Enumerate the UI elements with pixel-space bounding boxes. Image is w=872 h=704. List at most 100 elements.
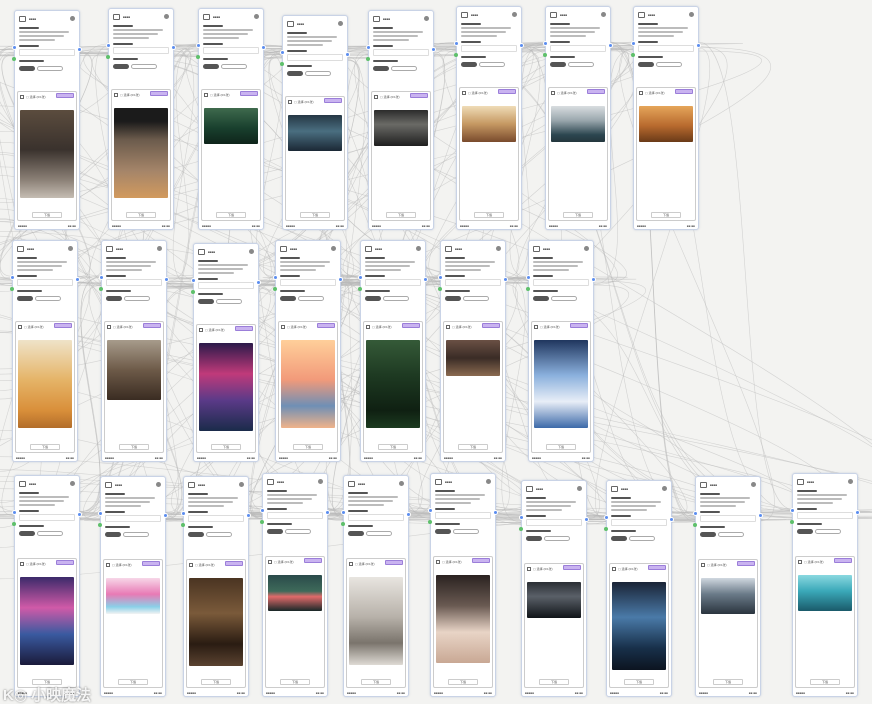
download-button[interactable]: 下载 bbox=[201, 679, 231, 685]
workflow-node-1-4[interactable]: ■■■■ ▢ 选择 (0/1张) 下载 ■■■■■ ■■ ■■ bbox=[280, 15, 350, 230]
select-checkbox[interactable] bbox=[436, 560, 440, 564]
avatar[interactable] bbox=[70, 481, 75, 486]
input-port-green[interactable] bbox=[366, 57, 370, 61]
input-port[interactable] bbox=[106, 43, 111, 48]
select-field[interactable] bbox=[17, 279, 73, 286]
workflow-node-1-7[interactable]: ■■■■ ▢ 选择 (0/1张) 下载 ■■■■■ ■■ ■■ bbox=[543, 6, 613, 230]
select-checkbox[interactable] bbox=[107, 325, 111, 329]
advanced-settings-button[interactable] bbox=[221, 64, 247, 69]
input-port[interactable] bbox=[191, 278, 196, 283]
input-port[interactable] bbox=[631, 41, 636, 46]
output-port[interactable] bbox=[345, 52, 350, 57]
download-button[interactable]: 下载 bbox=[280, 679, 310, 685]
input-port-green[interactable] bbox=[106, 55, 110, 59]
output-port[interactable] bbox=[246, 513, 251, 518]
select-field[interactable] bbox=[638, 45, 694, 52]
workflow-node-2-6[interactable]: ■■■■ ▢ 选择 (0/1张) 下载 ■■■■■ ■■ ■■ bbox=[438, 240, 508, 462]
output-port[interactable] bbox=[669, 517, 674, 522]
generate-button[interactable] bbox=[700, 532, 716, 537]
output-port[interactable] bbox=[75, 277, 80, 282]
avatar[interactable] bbox=[751, 482, 756, 487]
generate-button[interactable] bbox=[188, 532, 204, 537]
result-image[interactable] bbox=[288, 115, 342, 151]
input-port[interactable] bbox=[693, 511, 698, 516]
select-field[interactable] bbox=[797, 512, 853, 519]
generate-button[interactable] bbox=[203, 64, 219, 69]
input-port-green[interactable] bbox=[454, 53, 458, 57]
generate-button[interactable] bbox=[461, 62, 477, 67]
result-image[interactable] bbox=[20, 577, 74, 665]
workflow-node-1-6[interactable]: ■■■■ ▢ 选择 (0/1张) 下载 ■■■■■ ■■ ■■ bbox=[454, 6, 524, 230]
download-button[interactable]: 下载 bbox=[810, 679, 840, 685]
output-port[interactable] bbox=[758, 513, 763, 518]
generate-button[interactable] bbox=[348, 531, 364, 536]
result-image[interactable] bbox=[268, 575, 322, 611]
result-image[interactable] bbox=[374, 110, 428, 146]
workflow-node-1-2[interactable]: ■■■■ ▢ 选择 (0/1张) 下载 ■■■■■ ■■ ■■ bbox=[106, 8, 176, 230]
select-checkbox[interactable] bbox=[268, 560, 272, 564]
select-checkbox[interactable] bbox=[281, 325, 285, 329]
workflow-node-3-8[interactable]: ■■■■ ▢ 选择 (0/1张) 下载 ■■■■■ ■■ ■■ bbox=[604, 480, 674, 697]
select-field[interactable] bbox=[19, 514, 75, 521]
download-button[interactable]: 下载 bbox=[651, 212, 681, 218]
generate-button[interactable] bbox=[373, 66, 389, 71]
avatar[interactable] bbox=[254, 14, 259, 19]
select-field[interactable] bbox=[203, 47, 259, 54]
avatar[interactable] bbox=[331, 246, 336, 251]
result-image[interactable] bbox=[114, 108, 168, 198]
generate-button[interactable] bbox=[280, 296, 296, 301]
download-button[interactable]: 下载 bbox=[546, 444, 576, 450]
generate-button[interactable] bbox=[435, 529, 451, 534]
advanced-settings-button[interactable] bbox=[37, 66, 63, 71]
select-field[interactable] bbox=[106, 279, 162, 286]
result-image[interactable] bbox=[446, 340, 500, 376]
avatar[interactable] bbox=[496, 246, 501, 251]
generate-button[interactable] bbox=[198, 299, 214, 304]
workflow-node-2-7[interactable]: ■■■■ ▢ 选择 (0/1张) 下载 ■■■■■ ■■ ■■ bbox=[526, 240, 596, 462]
workflow-node-2-3[interactable]: ■■■■ ▢ 选择 (0/1张) 下载 ■■■■■ ■■ ■■ bbox=[191, 243, 261, 462]
input-port[interactable] bbox=[341, 510, 346, 515]
select-field[interactable] bbox=[348, 514, 404, 521]
download-button[interactable]: 下载 bbox=[458, 444, 488, 450]
input-port[interactable] bbox=[438, 275, 443, 280]
input-port[interactable] bbox=[12, 510, 17, 515]
download-button[interactable]: 下载 bbox=[118, 679, 148, 685]
avatar[interactable] bbox=[249, 249, 254, 254]
input-port-green[interactable] bbox=[543, 53, 547, 57]
input-port-green[interactable] bbox=[273, 287, 277, 291]
workflow-node-3-3[interactable]: ■■■■ ▢ 选择 (0/1张) 下载 ■■■■■ ■■ ■■ bbox=[181, 476, 251, 697]
download-button[interactable]: 下载 bbox=[119, 444, 149, 450]
select-field[interactable] bbox=[526, 519, 582, 526]
input-port[interactable] bbox=[181, 511, 186, 516]
select-checkbox[interactable] bbox=[366, 325, 370, 329]
avatar[interactable] bbox=[70, 16, 75, 21]
input-port-green[interactable] bbox=[693, 523, 697, 527]
workflow-node-3-6[interactable]: ■■■■ ▢ 选择 (0/1张) 下载 ■■■■■ ■■ ■■ bbox=[428, 473, 498, 697]
output-port[interactable] bbox=[519, 43, 524, 48]
result-image[interactable] bbox=[204, 108, 258, 144]
select-field[interactable] bbox=[287, 54, 343, 61]
advanced-settings-button[interactable] bbox=[285, 529, 311, 534]
output-port[interactable] bbox=[608, 43, 613, 48]
generate-button[interactable] bbox=[19, 66, 35, 71]
generate-button[interactable] bbox=[287, 71, 303, 76]
select-field[interactable] bbox=[435, 512, 491, 519]
select-checkbox[interactable] bbox=[199, 328, 203, 332]
input-port-green[interactable] bbox=[196, 55, 200, 59]
advanced-settings-button[interactable] bbox=[123, 532, 149, 537]
advanced-settings-button[interactable] bbox=[216, 299, 242, 304]
input-port[interactable] bbox=[273, 275, 278, 280]
input-port-green[interactable] bbox=[181, 523, 185, 527]
output-port[interactable] bbox=[77, 512, 82, 517]
avatar[interactable] bbox=[584, 246, 589, 251]
result-image[interactable] bbox=[534, 340, 588, 428]
input-port[interactable] bbox=[790, 508, 795, 513]
download-button[interactable]: 下载 bbox=[293, 444, 323, 450]
select-field[interactable] bbox=[113, 47, 169, 54]
advanced-settings-button[interactable] bbox=[37, 531, 63, 536]
result-image[interactable] bbox=[20, 110, 74, 198]
input-port[interactable] bbox=[99, 275, 104, 280]
input-port[interactable] bbox=[280, 50, 285, 55]
generate-button[interactable] bbox=[445, 296, 461, 301]
avatar[interactable] bbox=[399, 481, 404, 486]
